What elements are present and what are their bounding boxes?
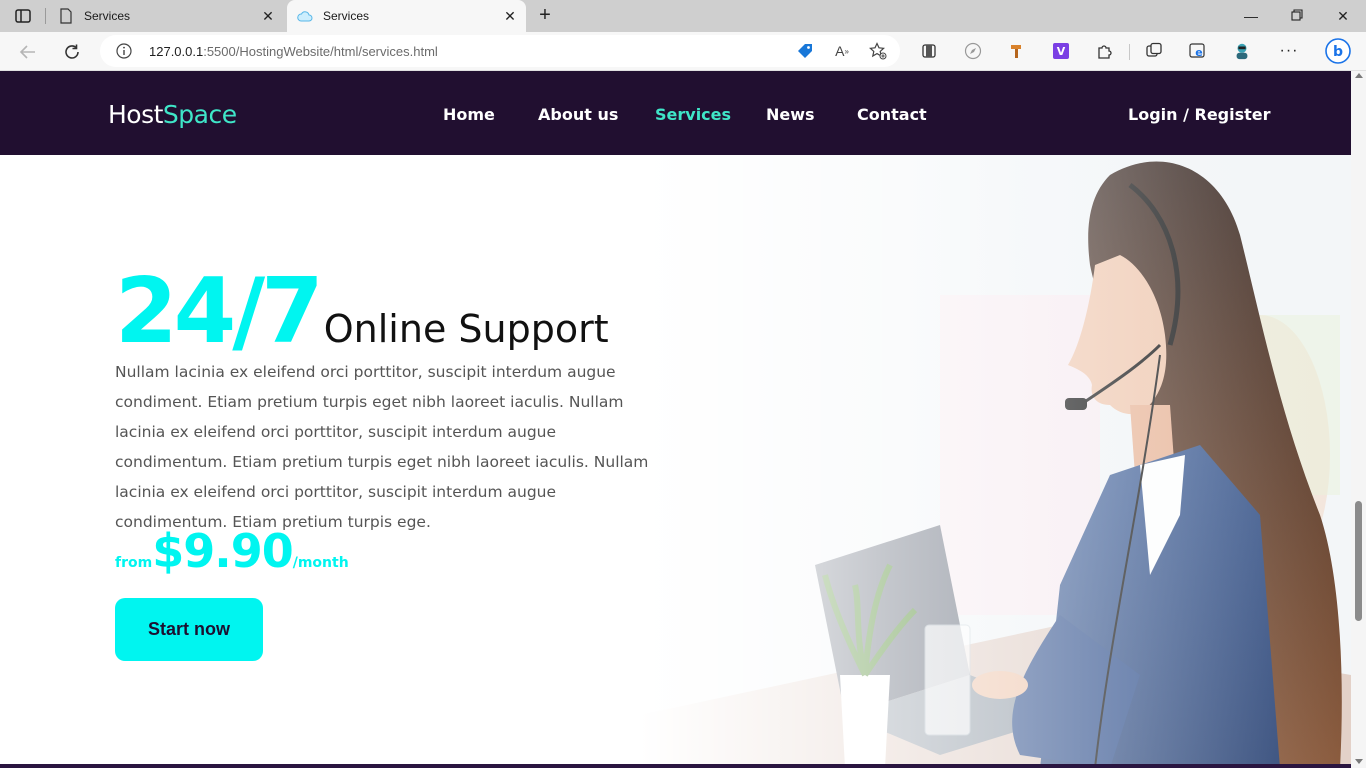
new-tab-button[interactable]: + (535, 5, 555, 26)
add-favorite-icon[interactable] (869, 42, 887, 60)
nav-news[interactable]: News (766, 105, 815, 124)
scroll-up-icon[interactable] (1355, 73, 1363, 78)
next-section-edge (0, 764, 1351, 768)
page-icon (58, 8, 74, 24)
close-tab-icon[interactable]: ✕ (502, 8, 518, 24)
sidebar-toggle-icon[interactable] (14, 7, 32, 25)
bing-copilot-icon[interactable]: b (1324, 37, 1352, 65)
svg-text:b: b (1333, 44, 1343, 60)
nav-contact[interactable]: Contact (857, 105, 927, 124)
support-agent-photo (640, 155, 1351, 768)
browser-tab-1[interactable]: Services ✕ (48, 0, 284, 32)
page-scrollbar[interactable] (1351, 71, 1366, 768)
browser-tab-2[interactable]: Services ✕ (287, 0, 526, 32)
ie-mode-icon[interactable]: e (1189, 42, 1207, 60)
tab-divider (45, 8, 46, 24)
url-text[interactable]: 127.0.0.1:5500/HostingWebsite/html/servi… (149, 44, 438, 59)
hero-big-number: 24/7 (115, 259, 324, 364)
minimize-icon[interactable]: — (1241, 6, 1261, 26)
start-now-button[interactable]: Start now (115, 598, 263, 661)
site-logo[interactable]: HostSpace (108, 100, 237, 129)
tab-title: Services (84, 9, 131, 23)
hero-description: Nullam lacinia ex eleifend orci porttito… (115, 363, 649, 531)
v-extension-icon[interactable]: V (1052, 42, 1070, 60)
close-window-icon[interactable]: ✕ (1333, 6, 1353, 26)
info-icon[interactable] (116, 43, 132, 59)
hero-title: Online Support (323, 307, 609, 351)
site-header: HostSpace Home About us Services News Co… (0, 71, 1351, 155)
restore-icon[interactable] (1287, 6, 1307, 26)
nav-services[interactable]: Services (655, 105, 731, 124)
profile-avatar-icon[interactable] (1233, 42, 1251, 60)
price-amount: $9.90 (152, 524, 294, 578)
price-suffix: /month (292, 555, 349, 571)
nav-home[interactable]: Home (443, 105, 495, 124)
address-bar[interactable]: 127.0.0.1:5500/HostingWebsite/html/servi… (100, 35, 900, 67)
close-tab-icon[interactable]: ✕ (260, 8, 276, 24)
cloud-icon (297, 8, 313, 24)
hammer-extension-icon[interactable] (1008, 42, 1026, 60)
refresh-icon[interactable] (60, 40, 84, 64)
browser-tab-strip: Services ✕ Services ✕ + — ✕ (0, 0, 1366, 32)
price-prefix: from (115, 555, 153, 571)
split-screen-icon[interactable] (920, 42, 938, 60)
tag-icon[interactable] (796, 42, 814, 60)
back-arrow-icon[interactable] (16, 40, 40, 64)
read-aloud-icon[interactable]: A» (833, 42, 851, 60)
nav-about-us[interactable]: About us (538, 105, 618, 124)
scroll-thumb[interactable] (1355, 501, 1362, 621)
page-viewport: HostSpace Home About us Services News Co… (0, 71, 1351, 768)
svg-text:V: V (1057, 45, 1066, 58)
scroll-down-icon[interactable] (1355, 759, 1363, 764)
compass-icon[interactable] (964, 42, 982, 60)
tab-title: Services (323, 9, 370, 23)
collections-icon[interactable] (1145, 42, 1163, 60)
login-register-link[interactable]: Login / Register (1128, 105, 1271, 124)
extensions-puzzle-icon[interactable] (1096, 42, 1114, 60)
toolbar-separator (1129, 44, 1130, 60)
more-options-icon[interactable]: ··· (1280, 42, 1298, 60)
browser-toolbar: 127.0.0.1:5500/HostingWebsite/html/servi… (0, 32, 1366, 71)
price-tag: from$9.90/month (115, 524, 349, 578)
hero-heading: 24/7 Online Support (115, 259, 609, 364)
svg-text:e: e (1195, 46, 1202, 59)
